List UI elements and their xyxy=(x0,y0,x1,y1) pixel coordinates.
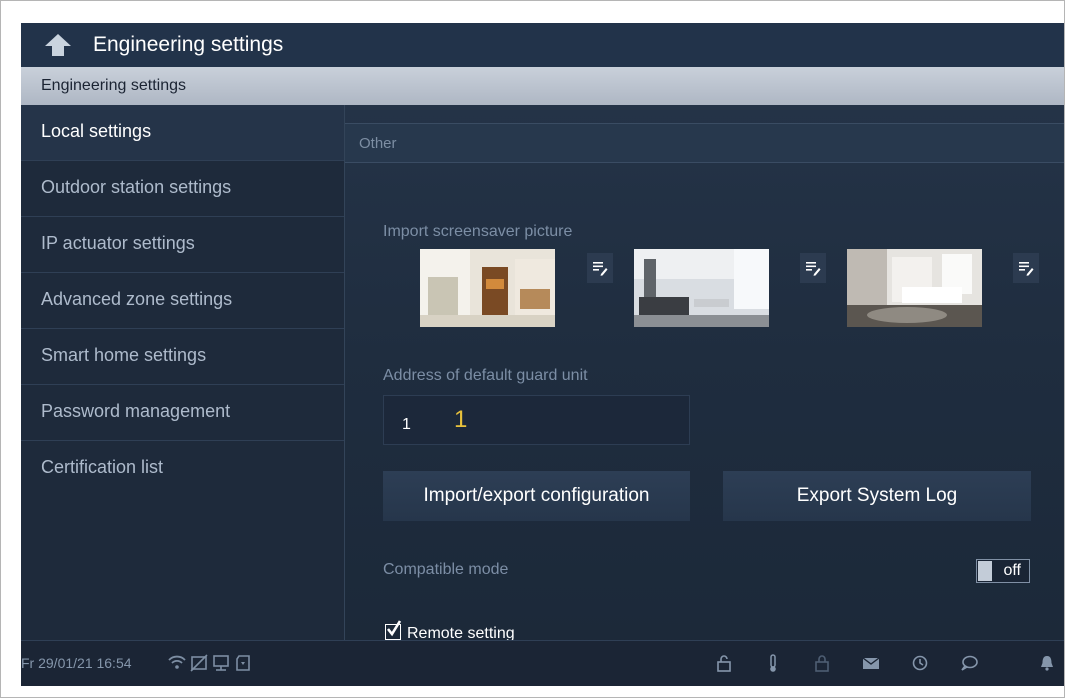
edit-icon xyxy=(593,262,608,276)
export-system-log-button[interactable]: Export System Log xyxy=(723,471,1031,521)
section-header: Engineering settings xyxy=(21,67,1064,105)
page-title: Engineering settings xyxy=(93,33,284,56)
sidebar-item-smart-home-settings[interactable]: Smart home settings xyxy=(21,329,344,385)
sidebar-item-local-settings[interactable]: Local settings xyxy=(21,105,344,161)
lock-icon[interactable] xyxy=(812,653,832,673)
toggle-state-label: off xyxy=(1003,562,1022,579)
sidebar: Local settings Outdoor station settings … xyxy=(21,105,344,640)
title-bar: Engineering settings xyxy=(21,23,1064,67)
guard-unit-label: Address of default guard unit xyxy=(383,367,588,384)
screensaver-label: Import screensaver picture xyxy=(383,223,573,240)
remote-setting-checkbox[interactable] xyxy=(385,620,402,640)
compatible-mode-toggle[interactable]: off xyxy=(976,559,1030,583)
guard-unit-address-value: 1 xyxy=(454,406,468,433)
toggle-knob xyxy=(978,561,992,581)
subsection-title: Other xyxy=(359,135,397,152)
chat-icon[interactable] xyxy=(959,653,979,673)
sd-card-icon xyxy=(236,655,250,671)
screensaver-thumbnail-3[interactable] xyxy=(847,249,982,327)
message-icon[interactable] xyxy=(861,653,881,673)
edit-thumbnail-2-button[interactable] xyxy=(800,253,826,283)
history-icon[interactable] xyxy=(910,653,930,673)
checkmark-icon xyxy=(386,620,402,637)
sidebar-item-ip-actuator-settings[interactable]: IP actuator settings xyxy=(21,217,344,273)
edit-icon xyxy=(806,262,821,276)
thermometer-icon[interactable] xyxy=(763,653,783,673)
sidebar-item-outdoor-station-settings[interactable]: Outdoor station settings xyxy=(21,161,344,217)
back-arrow-icon[interactable] xyxy=(43,32,73,58)
compatible-mode-label: Compatible mode xyxy=(383,561,509,578)
main-content: Other Import screensaver picture Address… xyxy=(345,105,1064,642)
wifi-icon xyxy=(168,655,186,669)
date-time: Fr 29/01/21 16:54 xyxy=(21,655,132,671)
bell-icon[interactable] xyxy=(1037,653,1057,673)
guard-unit-address-field[interactable]: 1 1 xyxy=(383,395,690,445)
import-export-configuration-button[interactable]: Import/export configuration xyxy=(383,471,690,521)
section-title: Engineering settings xyxy=(41,77,186,94)
sidebar-item-advanced-zone-settings[interactable]: Advanced zone settings xyxy=(21,273,344,329)
subsection-header: Other xyxy=(345,123,1064,163)
edit-thumbnail-3-button[interactable] xyxy=(1013,253,1039,283)
screensaver-thumbnail-1[interactable] xyxy=(420,249,555,327)
status-bar: Fr 29/01/21 16:54 xyxy=(21,640,1064,686)
edit-icon xyxy=(1019,262,1034,276)
network-icon xyxy=(213,655,229,671)
sidebar-item-password-management[interactable]: Password management xyxy=(21,385,344,441)
no-disturb-icon xyxy=(190,654,208,672)
screensaver-thumbnail-2[interactable] xyxy=(634,249,769,327)
screen: Engineering settings Engineering setting… xyxy=(21,23,1064,686)
sidebar-item-certification-list[interactable]: Certification list xyxy=(21,441,344,497)
edit-thumbnail-1-button[interactable] xyxy=(587,253,613,283)
lock-open-icon[interactable] xyxy=(714,653,734,673)
guard-unit-field-label: 1 xyxy=(402,416,411,433)
device-frame: Engineering settings Engineering setting… xyxy=(0,0,1065,698)
